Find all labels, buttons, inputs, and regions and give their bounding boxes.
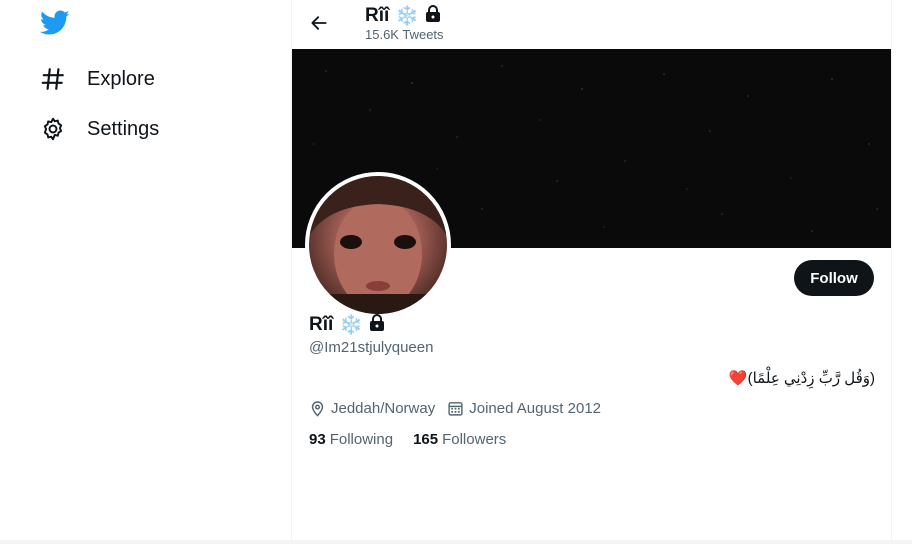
profile-meta: Jeddah/Norway Joined August 2012 (309, 400, 613, 417)
twitter-bird-icon[interactable] (39, 10, 70, 38)
back-button[interactable] (304, 8, 334, 38)
nav-item-settings[interactable]: Settings (40, 113, 159, 145)
avatar-photo (309, 176, 447, 314)
location: Jeddah/Norway (309, 400, 435, 417)
location-text: Jeddah/Norway (331, 400, 436, 417)
bio-text: (وَقُل رَّبِّ زِدْنِي عِلْمًا) (747, 370, 875, 387)
location-pin-icon (311, 401, 324, 417)
following-link[interactable]: 93 Following (309, 431, 393, 448)
profile-header-bar: Rîî ❄️ 15.6K Tweets (292, 0, 891, 48)
lock-icon (425, 4, 441, 28)
bottom-divider (0, 540, 912, 544)
hashtag-icon (40, 66, 66, 92)
profile-column: Rîî ❄️ 15.6K Tweets Follow Rîî ❄️ @Im21s… (291, 0, 892, 544)
profile-display-name: Rîî ❄️ (309, 313, 385, 337)
follow-button[interactable]: Follow (794, 260, 874, 296)
join-date: Joined August 2012 (447, 400, 601, 417)
back-arrow-icon (311, 16, 327, 30)
nav-settings-label: Settings (87, 117, 160, 140)
nav-item-explore[interactable]: Explore (40, 63, 155, 95)
profile-name-text: Rîî (309, 314, 334, 335)
following-label: Following (329, 431, 394, 448)
header-display-name: Rîî ❄️ (365, 4, 441, 28)
join-date-text: Joined August 2012 (469, 400, 602, 417)
snowflake-icon: ❄️ (339, 315, 363, 336)
avatar[interactable] (305, 172, 451, 318)
header-name-text: Rîî (365, 5, 390, 26)
profile-bio: (وَقُل رَّبِّ زِدْنِي عِلْمًا) ❤️ (729, 369, 875, 387)
lock-icon (369, 313, 385, 337)
following-count: 93 (309, 431, 326, 448)
followers-link[interactable]: 165 Followers (413, 431, 506, 448)
snowflake-icon: ❄️ (395, 6, 419, 27)
sidebar-nav: Explore Settings (0, 0, 292, 544)
nav-explore-label: Explore (87, 67, 155, 90)
profile-stats: 93 Following 165 Followers (309, 431, 526, 448)
followers-label: Followers (442, 431, 507, 448)
calendar-icon (448, 402, 463, 416)
gear-icon (40, 116, 66, 142)
heart-icon: ❤️ (728, 370, 748, 387)
tweets-count: 15.6K Tweets (365, 27, 444, 42)
followers-count: 165 (413, 431, 439, 448)
profile-handle: @Im21stjulyqueen (309, 339, 434, 356)
